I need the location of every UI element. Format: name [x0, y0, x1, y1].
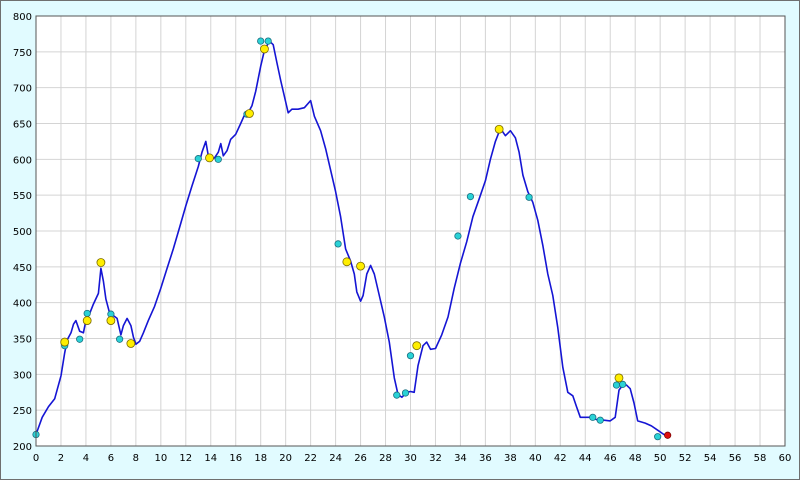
y-tick-label: 250 [13, 406, 32, 417]
x-tick-label: 52 [679, 453, 692, 464]
x-tick-label: 2 [58, 453, 64, 464]
x-tick-label: 46 [604, 453, 617, 464]
waypoint-marker [654, 433, 662, 441]
x-tick-label: 48 [629, 453, 642, 464]
waypoint-marker [612, 381, 621, 389]
waypoint-marker [257, 37, 265, 45]
x-tick-label: 38 [504, 453, 517, 464]
waypoint-marker [454, 232, 462, 240]
x-tick-label: 58 [754, 453, 767, 464]
y-tick-label: 500 [13, 227, 32, 238]
y-tick-label: 600 [13, 155, 32, 166]
highlight-marker [260, 44, 269, 54]
waypoint-marker [214, 155, 222, 163]
y-axis-ticks: 200 250 300 350 400 450 500 550 600 650 700 750 800 [13, 12, 32, 453]
highlight-marker [245, 109, 254, 118]
highlight-marker [342, 257, 352, 267]
y-tick-label: 400 [13, 299, 32, 310]
waypoint-marker [466, 193, 475, 201]
x-tick-label: 6 [108, 453, 114, 464]
chart-frame: 0 2 4 6 8 10 12 14 16 18 20 22 24 26 28 30 32 34 36 38 40 42 4… [0, 0, 800, 480]
x-tick-label: 44 [579, 453, 592, 464]
waypoint-marker [596, 416, 604, 424]
highlight-marker [106, 316, 116, 325]
x-tick-label: 16 [229, 453, 242, 464]
x-tick-label: 20 [279, 453, 292, 464]
highlight-marker [60, 337, 70, 347]
waypoint-marker [406, 352, 415, 360]
end-marker [664, 431, 672, 439]
highlight-marker [494, 124, 504, 134]
highlight-marker [356, 261, 365, 271]
y-tick-label: 550 [13, 191, 32, 202]
x-tick-label: 18 [254, 453, 267, 464]
highlight-marker [126, 339, 136, 348]
x-tick-label: 10 [154, 453, 167, 464]
highlight-marker [412, 341, 422, 351]
x-tick-label: 56 [729, 453, 742, 464]
y-tick-label: 350 [13, 335, 32, 346]
y-tick-label: 300 [13, 370, 32, 381]
x-tick-label: 0 [33, 453, 39, 464]
x-tick-label: 24 [329, 453, 342, 464]
y-tick-label: 650 [13, 120, 32, 131]
x-tick-label: 4 [83, 453, 89, 464]
y-tick-label: 800 [13, 12, 32, 23]
x-tick-label: 8 [133, 453, 139, 464]
x-tick-label: 28 [379, 453, 392, 464]
x-axis-ticks: 0 2 4 6 8 10 12 14 16 18 20 22 24 26 28 30 32 34 36 38 40 42 4… [33, 453, 792, 464]
x-tick-label: 26 [354, 453, 367, 464]
x-tick-label: 40 [529, 453, 542, 464]
x-tick-label: 30 [404, 453, 417, 464]
waypoint-marker [116, 335, 124, 343]
x-tick-label: 32 [429, 453, 442, 464]
y-tick-label: 450 [13, 263, 32, 274]
waypoint-marker [619, 380, 627, 388]
x-tick-label: 34 [454, 453, 467, 464]
highlight-marker [96, 258, 106, 267]
y-tick-label: 200 [13, 442, 32, 453]
x-tick-label: 22 [304, 453, 317, 464]
highlight-marker [82, 316, 92, 325]
x-tick-label: 42 [554, 453, 567, 464]
x-tick-label: 36 [479, 453, 492, 464]
x-tick-label: 12 [179, 453, 192, 464]
y-tick-label: 700 [13, 84, 32, 95]
x-tick-label: 14 [204, 453, 217, 464]
waypoint-marker [83, 309, 91, 318]
waypoint-marker [401, 389, 410, 397]
x-tick-label: 50 [654, 453, 667, 464]
waypoint-marker [589, 413, 597, 421]
waypoint-marker [334, 240, 342, 248]
elevation-chart: 0 2 4 6 8 10 12 14 16 18 20 22 24 26 28 30 32 34 36 38 40 42 4… [13, 12, 792, 464]
x-tick-label: 60 [779, 453, 792, 464]
y-tick-label: 750 [13, 48, 32, 59]
highlight-marker [205, 153, 214, 163]
waypoint-marker [393, 391, 401, 399]
waypoint-marker [194, 155, 202, 163]
waypoint-marker [525, 193, 533, 201]
waypoint-marker [76, 335, 84, 343]
waypoint-marker [264, 37, 272, 45]
x-tick-label: 54 [704, 453, 717, 464]
highlight-marker [614, 373, 624, 383]
